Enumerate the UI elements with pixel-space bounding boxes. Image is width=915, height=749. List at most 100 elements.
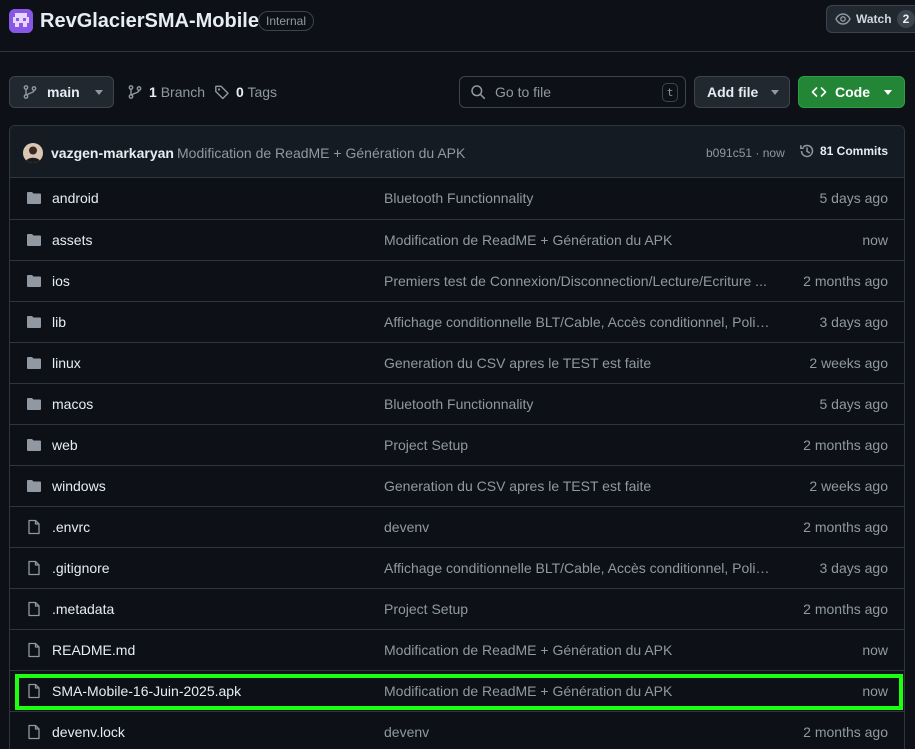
file-name-link[interactable]: windows — [52, 478, 106, 494]
file-commit-message-link[interactable]: Project Setup — [384, 437, 770, 453]
table-row[interactable]: .envrc devenv 2 months ago — [10, 506, 904, 547]
file-icon — [26, 601, 42, 617]
file-name-link[interactable]: README.md — [52, 642, 135, 658]
folder-icon — [26, 273, 42, 289]
commit-sha-time[interactable]: b091c51 · now — [706, 146, 785, 160]
branch-label: Branch — [160, 84, 206, 100]
file-commit-message-link[interactable]: Generation du CSV apres le TEST est fait… — [384, 478, 770, 494]
commit-sha: b091c51 — [706, 146, 753, 160]
file-commit-message-link[interactable]: Modification de ReadME + Génération du A… — [384, 642, 770, 658]
file-name-link[interactable]: assets — [52, 232, 92, 248]
file-commit-message-link[interactable]: Affichage conditionnelle BLT/Cable, Accè… — [384, 560, 770, 576]
table-row[interactable]: .metadata Project Setup 2 months ago — [10, 588, 904, 629]
file-commit-message-link[interactable]: Bluetooth Functionnality — [384, 190, 770, 206]
folder-icon — [26, 355, 42, 371]
file-name-link[interactable]: android — [52, 190, 99, 206]
commit-message-link[interactable]: Modification de ReadME + Génération du A… — [177, 145, 465, 161]
watch-button[interactable]: Watch 2 — [826, 5, 915, 33]
file-commit-message-link[interactable]: Project Setup — [384, 601, 770, 617]
folder-icon — [26, 314, 42, 330]
repo-avatar-icon[interactable] — [9, 9, 33, 33]
file-name-link[interactable]: devenv.lock — [52, 724, 125, 740]
file-commit-age: 2 months ago — [803, 273, 888, 289]
file-commit-age: 3 days ago — [819, 314, 889, 330]
avatar[interactable] — [23, 143, 43, 163]
table-row[interactable]: linux Generation du CSV apres le TEST est… — [10, 342, 904, 383]
file-name-link[interactable]: linux — [52, 355, 81, 371]
table-row[interactable]: web Project Setup 2 months ago — [10, 424, 904, 465]
eye-icon — [835, 13, 851, 25]
table-row[interactable]: devenv.lock devenv 2 months ago — [10, 711, 904, 749]
repo-header: RevGlacierSMA-Mobile Internal Watch 2 — [0, 0, 915, 52]
table-row[interactable]: .gitignore Affichage conditionnelle BLT/C… — [10, 547, 904, 588]
file-commit-age: now — [862, 232, 888, 248]
table-row[interactable]: android Bluetooth Functionnality 5 days ag… — [10, 178, 904, 219]
file-commit-message-link[interactable]: Modification de ReadME + Génération du A… — [384, 232, 770, 248]
visibility-badge: Internal — [258, 11, 315, 31]
file-icon — [26, 560, 42, 576]
tags-link[interactable]: 0 Tags — [214, 84, 277, 100]
file-commit-message-link[interactable]: Modification de ReadME + Génération du A… — [384, 683, 770, 699]
file-commit-message-link[interactable]: Bluetooth Functionnality — [384, 396, 770, 412]
commits-count: 81 Commits — [820, 144, 889, 158]
file-icon — [26, 519, 42, 535]
table-row[interactable]: assets Modification de ReadME + Génératio… — [10, 219, 904, 260]
go-to-file-input[interactable] — [495, 84, 645, 100]
table-row[interactable]: SMA-Mobile-16-Juin-2025.apk Modification … — [10, 670, 904, 711]
code-label: Code — [835, 84, 870, 100]
file-name-link[interactable]: SMA-Mobile-16-Juin-2025.apk — [52, 683, 241, 699]
file-name-link[interactable]: .gitignore — [52, 560, 110, 576]
table-row[interactable]: README.md Modification de ReadME + Généra… — [10, 629, 904, 670]
file-commit-age: 2 months ago — [803, 724, 888, 740]
search-icon — [471, 85, 486, 100]
file-name-link[interactable]: .metadata — [52, 601, 114, 617]
repository-page: RevGlacierSMA-Mobile Internal Watch 2 ma… — [0, 0, 915, 749]
file-name-link[interactable]: ios — [52, 273, 70, 289]
file-commit-message-link[interactable]: devenv — [384, 724, 770, 740]
history-icon — [800, 144, 814, 158]
file-commit-message-link[interactable]: Premiers test de Connexion/Disconnection… — [384, 273, 770, 289]
code-icon — [811, 87, 827, 97]
table-row[interactable]: windows Generation du CSV apres le TEST e… — [10, 465, 904, 506]
file-name-link[interactable]: macos — [52, 396, 93, 412]
go-to-file-search[interactable]: t — [459, 76, 686, 108]
folder-icon — [26, 478, 42, 494]
branch-select-button[interactable]: main — [9, 76, 114, 108]
folder-icon — [26, 396, 42, 412]
git-branch-icon — [23, 85, 37, 99]
shortcut-key: t — [662, 83, 678, 102]
file-commit-message-link[interactable]: Generation du CSV apres le TEST est fait… — [384, 355, 770, 371]
chevron-down-icon — [771, 89, 780, 95]
repo-name-link[interactable]: RevGlacierSMA-Mobile — [40, 9, 259, 33]
tag-icon — [215, 85, 229, 100]
code-button[interactable]: Code — [798, 76, 905, 108]
file-icon — [26, 724, 42, 740]
file-commit-age: 2 months ago — [803, 437, 888, 453]
file-commit-age: 2 weeks ago — [809, 478, 888, 494]
chevron-down-icon — [94, 89, 103, 95]
file-icon — [26, 642, 42, 658]
branches-link[interactable]: 1 Branch — [127, 84, 205, 100]
add-file-label: Add file — [707, 84, 759, 100]
git-branch-icon — [128, 85, 142, 99]
commit-time: now — [762, 146, 785, 160]
chevron-down-icon — [884, 89, 892, 95]
file-name-link[interactable]: .envrc — [52, 519, 90, 535]
commits-history-link[interactable]: 81 Commits — [799, 143, 888, 159]
add-file-button[interactable]: Add file — [694, 76, 790, 108]
file-commit-age: 3 days ago — [819, 560, 889, 576]
commit-author-link[interactable]: vazgen-markaryan — [51, 145, 174, 161]
file-commit-message-link[interactable]: devenv — [384, 519, 770, 535]
file-list: vazgen-markaryan Modification de ReadME … — [9, 125, 905, 749]
file-commit-age: 2 months ago — [803, 519, 888, 535]
folder-icon — [26, 190, 42, 206]
file-commit-message-link[interactable]: Affichage conditionnelle BLT/Cable, Accè… — [384, 314, 770, 330]
table-row[interactable]: ios Premiers test de Connexion/Disconnect… — [10, 260, 904, 301]
tag-count: 0 — [236, 84, 244, 100]
table-row[interactable]: macos Bluetooth Functionnality 5 days ago — [10, 383, 904, 424]
file-commit-age: 2 weeks ago — [809, 355, 888, 371]
file-name-link[interactable]: web — [52, 437, 78, 453]
table-row[interactable]: lib Affichage conditionnelle BLT/Cable, A… — [10, 301, 904, 342]
file-commit-age: now — [862, 683, 888, 699]
file-name-link[interactable]: lib — [52, 314, 66, 330]
